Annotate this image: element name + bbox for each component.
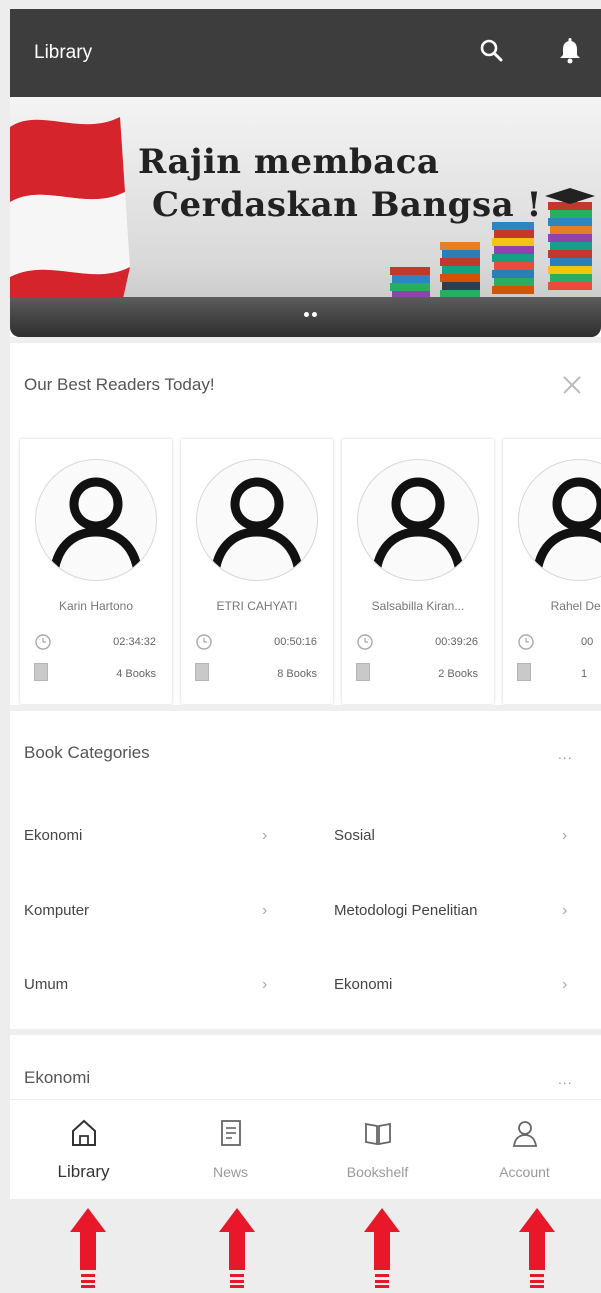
books-count: 2 Books	[438, 668, 478, 680]
clock-icon	[357, 634, 373, 650]
divider	[10, 1029, 601, 1035]
reading-time: 00	[581, 636, 594, 648]
nav-label: Bookshelf	[346, 1164, 409, 1180]
category-item[interactable]: Umum	[24, 976, 68, 993]
book-icon	[195, 663, 209, 681]
category-item[interactable]: Ekonomi	[24, 827, 82, 844]
book-stacks-image	[390, 188, 595, 299]
reading-time: 02:34:32	[113, 636, 156, 648]
avatar	[35, 459, 157, 581]
home-icon	[72, 1119, 96, 1146]
category-item[interactable]: Komputer	[24, 902, 89, 919]
bottom-nav: Library News Bookshelf Account	[10, 1099, 601, 1199]
books-count: 8 Books	[277, 668, 317, 680]
reader-name: ETRI CAHYATI	[216, 599, 298, 613]
arrow-up-icon	[70, 1208, 106, 1288]
reader-name: Salsabilla Kiran...	[371, 599, 465, 613]
clock-icon	[196, 634, 212, 650]
clock-icon	[35, 634, 51, 650]
close-icon[interactable]	[560, 373, 584, 402]
nav-library[interactable]: Library	[10, 1100, 157, 1199]
divider	[10, 337, 601, 343]
book-icon	[517, 663, 531, 681]
reader-card[interactable]: Rahel Deb 00 1	[503, 439, 601, 704]
banner-headline-1: Rajin membaca	[138, 142, 440, 182]
reader-name: Karin Hartono	[58, 599, 134, 613]
arrow-up-icon	[364, 1208, 400, 1288]
category-item[interactable]: Sosial	[334, 827, 375, 844]
books-count: 4 Books	[116, 668, 156, 680]
book-icon	[34, 663, 48, 681]
chevron-right-icon: ›	[562, 827, 568, 844]
chevron-right-icon: ›	[262, 902, 268, 919]
books-count: 1	[581, 668, 588, 680]
app-bar: Library	[10, 9, 601, 97]
chevron-right-icon: ›	[562, 902, 568, 919]
search-icon[interactable]	[476, 35, 508, 67]
carousel-indicator[interactable]	[304, 304, 320, 322]
best-readers-title: Our Best Readers Today!	[24, 375, 215, 394]
more-button[interactable]: ...	[558, 1071, 573, 1087]
arrow-up-icon	[519, 1208, 555, 1288]
reading-time: 00:39:26	[435, 636, 478, 648]
clock-icon	[518, 634, 534, 650]
promo-banner[interactable]: Rajin membaca Cerdaskan Bangsa !	[10, 97, 601, 337]
chevron-right-icon: ›	[262, 827, 268, 844]
nav-account[interactable]: Account	[451, 1100, 598, 1199]
nav-bookshelf[interactable]: Bookshelf	[304, 1100, 451, 1199]
category-item[interactable]: Ekonomi	[334, 976, 392, 993]
bell-icon[interactable]	[554, 35, 586, 67]
app-screen: Library Rajin membaca Cerdaskan Bangsa !…	[10, 9, 601, 1199]
ekonomi-section-title: Ekonomi	[24, 1068, 91, 1087]
reader-name: Rahel Deb	[550, 599, 601, 613]
chevron-right-icon: ›	[262, 976, 268, 993]
reader-card[interactable]: Salsabilla Kiran... 00:39:26 2 Books	[342, 439, 494, 704]
avatar	[357, 459, 479, 581]
book-icon	[356, 663, 370, 681]
avatar	[196, 459, 318, 581]
chevron-right-icon: ›	[562, 976, 568, 993]
person-icon	[512, 1121, 538, 1147]
reading-time: 00:50:16	[274, 636, 317, 648]
nav-news[interactable]: News	[157, 1100, 304, 1199]
avatar	[518, 459, 601, 581]
nav-label: Account	[499, 1164, 550, 1180]
more-button[interactable]: ...	[558, 746, 573, 762]
book-open-icon	[365, 1122, 391, 1146]
category-item[interactable]: Metodologi Penelitian	[334, 902, 477, 919]
page-title: Library	[34, 42, 93, 63]
reader-card[interactable]: Karin Hartono 02:34:32 4 Books	[20, 439, 172, 704]
reader-card[interactable]: ETRI CAHYATI 00:50:16 8 Books	[181, 439, 333, 704]
nav-label: News	[212, 1164, 248, 1180]
news-icon	[221, 1120, 241, 1146]
book-categories-title: Book Categories	[24, 743, 150, 762]
divider	[10, 705, 601, 711]
arrow-up-icon	[219, 1208, 255, 1288]
nav-label: Library	[57, 1162, 110, 1181]
